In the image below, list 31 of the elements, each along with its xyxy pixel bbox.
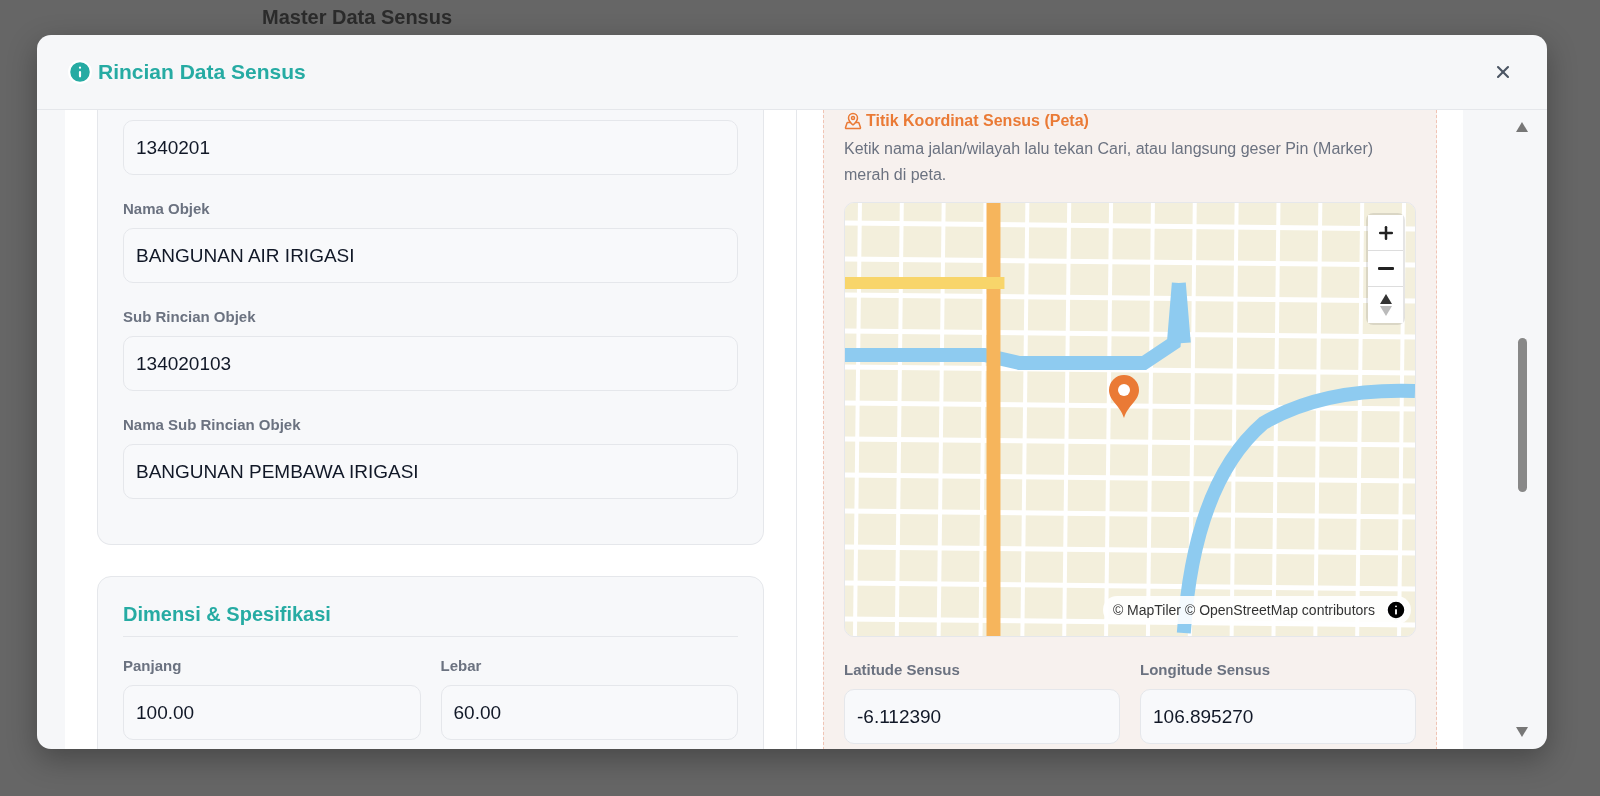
section-title: Dimensi & Spesifikasi (123, 599, 738, 637)
field-label: Sub Rincian Objek (123, 308, 257, 326)
field-label: Lebar (440, 657, 483, 675)
map-pin-icon[interactable] (1108, 375, 1140, 419)
scroll-down-icon[interactable] (1516, 727, 1528, 737)
input-field[interactable]: 100.00 (123, 685, 421, 740)
hint-text: Ketik nama jalan/wilayah lalu tekan Cari, atau langsung geser Pin (Marker) merah di peta. (844, 139, 1375, 185)
field-label: Latitude Sensus (844, 661, 961, 679)
input-field[interactable]: BANGUNAN AIR IRIGASI (123, 228, 738, 283)
minus-icon (1377, 267, 1394, 270)
map-icon (844, 112, 862, 130)
field-label: Nama Objek (123, 200, 211, 218)
scroll-thumb[interactable] (1518, 338, 1527, 492)
input-field[interactable]: -6.112390 (844, 689, 1120, 744)
input-field[interactable]: 106.895270 (1140, 689, 1416, 744)
field-label: Panjang (123, 657, 183, 675)
input-field[interactable]: 1340201 (123, 120, 738, 175)
compass-icon (1379, 294, 1392, 316)
zoom-in-button[interactable] (1368, 215, 1403, 251)
dialog-title: Rincian Data Sensus (98, 60, 306, 84)
scroll-up-icon[interactable] (1516, 122, 1528, 132)
input-field[interactable]: 134020103 (123, 336, 738, 391)
page-title: Master Data Sensus (262, 6, 453, 29)
input-field[interactable]: 60.00 (440, 685, 738, 740)
info-icon (67, 59, 93, 85)
info-icon[interactable] (1385, 599, 1407, 621)
map-attribution: © MapTiler © OpenStreetMap contributors (1112, 602, 1375, 618)
field-label: Longitude Sensus (1140, 661, 1271, 679)
panel-title: Titik Koordinat Sensus (Peta) (866, 112, 1089, 130)
field-label: Nama Sub Rincian Objek (123, 416, 302, 434)
input-field[interactable]: BANGUNAN PEMBAWA IRIGASI (123, 444, 738, 499)
